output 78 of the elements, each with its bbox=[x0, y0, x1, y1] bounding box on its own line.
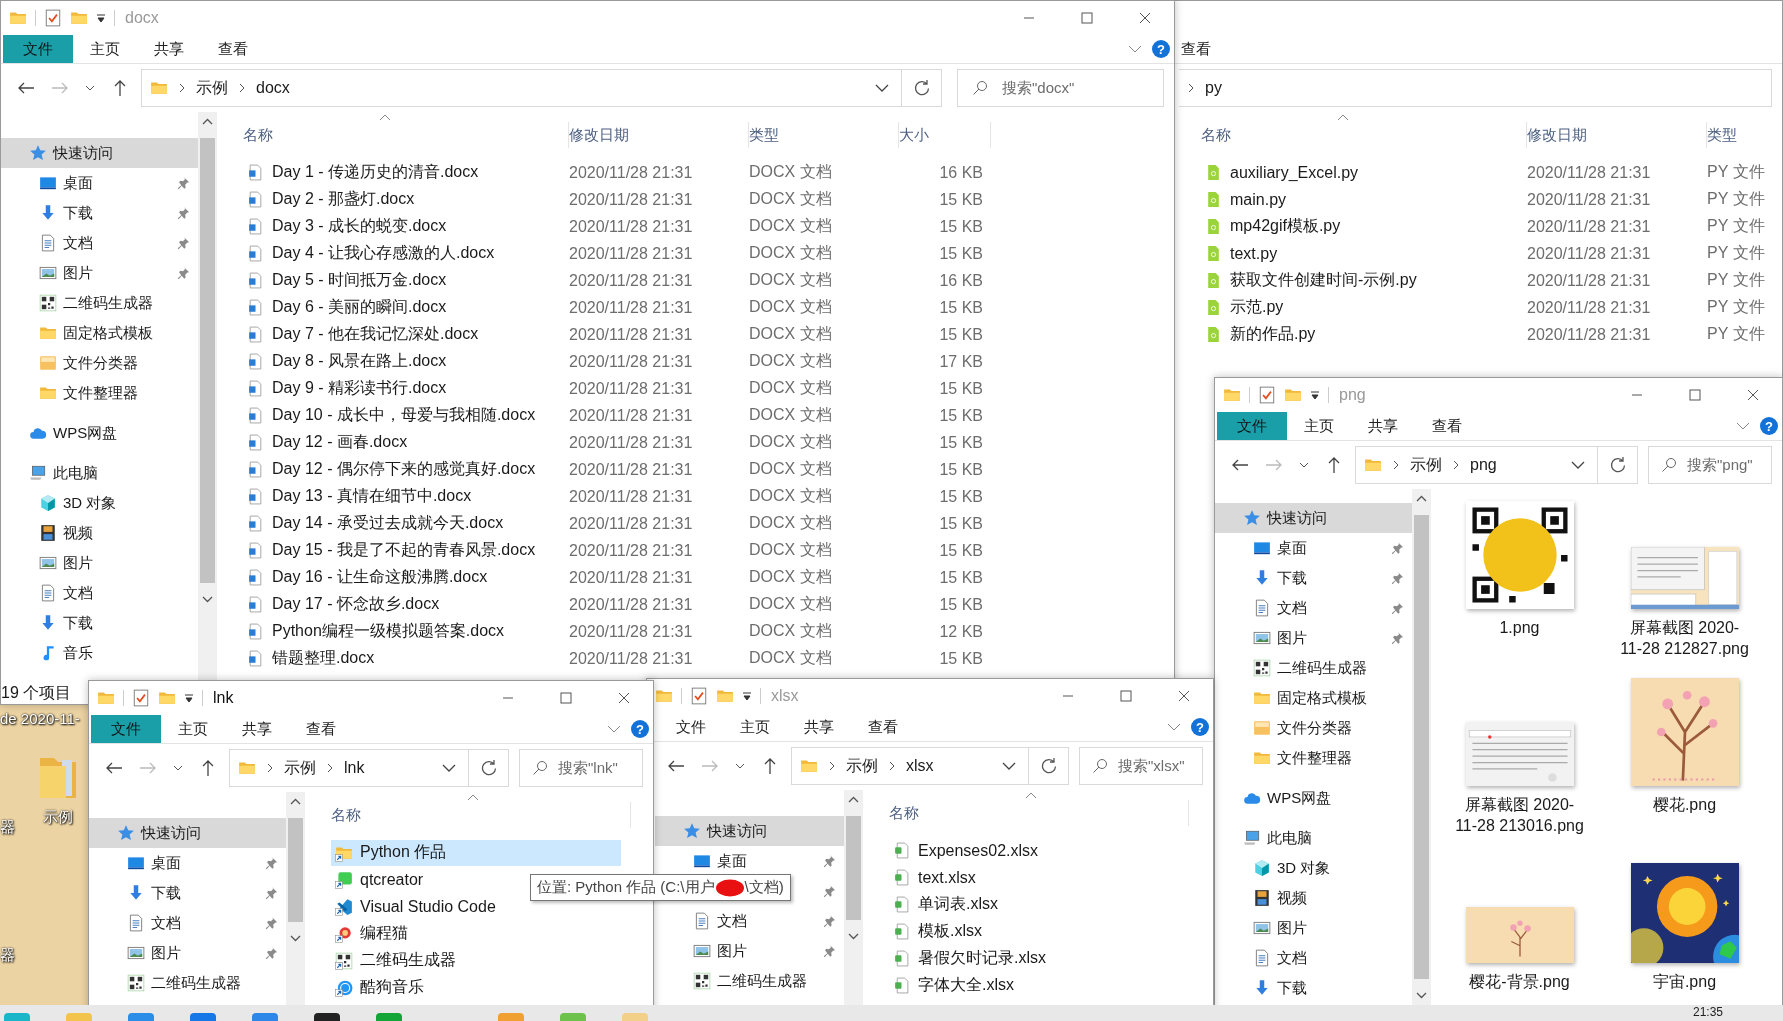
type-cell-text: DOCX 文档 bbox=[749, 405, 833, 425]
size-cell-text: 15 KB bbox=[938, 190, 984, 209]
size-cell-text: 15 KB bbox=[938, 379, 984, 398]
date-cell-text: 2020/11/28 21:31 bbox=[569, 379, 694, 398]
size-cell-text: 15 KB bbox=[938, 595, 984, 614]
date-cell-text: 2020/11/28 21:31 bbox=[569, 487, 694, 506]
date-cell-text: 2020/11/28 21:31 bbox=[1527, 163, 1652, 182]
date-cell-text: 2020/11/28 21:31 bbox=[569, 514, 694, 533]
type-cell-text: DOCX 文档 bbox=[749, 648, 833, 668]
type-cell-text: DOCX 文档 bbox=[749, 540, 833, 560]
date-cell-text: 2020/11/28 21:31 bbox=[1527, 190, 1652, 209]
type-cell-text: PY 文件 bbox=[1707, 216, 1766, 236]
date-cell-text: 2020/11/28 21:31 bbox=[1527, 244, 1652, 263]
date-cell-text: 2020/11/28 21:31 bbox=[569, 217, 694, 236]
window-title: xlsx bbox=[771, 687, 799, 705]
type-cell-text: DOCX 文档 bbox=[749, 621, 833, 641]
type-cell-text: DOCX 文档 bbox=[749, 243, 833, 263]
type-cell-text: DOCX 文档 bbox=[749, 594, 833, 614]
type-cell-text: DOCX 文档 bbox=[749, 189, 833, 209]
type-cell-text: PY 文件 bbox=[1707, 243, 1766, 263]
date-cell-text: 2020/11/28 21:31 bbox=[569, 271, 694, 290]
date-cell-text: 2020/11/28 21:31 bbox=[569, 163, 694, 182]
tooltip-text: \文档) bbox=[744, 878, 784, 897]
window-title: docx bbox=[125, 9, 159, 27]
size-cell-text: 16 KB bbox=[938, 163, 984, 182]
date-cell-text: 2020/11/28 21:31 bbox=[569, 298, 694, 317]
date-cell-text: 2020/11/28 21:31 bbox=[569, 244, 694, 263]
type-cell-text: PY 文件 bbox=[1707, 270, 1766, 290]
size-cell-text: 15 KB bbox=[938, 541, 984, 560]
size-cell-text: 16 KB bbox=[938, 271, 984, 290]
size-cell-text: 15 KB bbox=[938, 244, 984, 263]
date-cell-text: 2020/11/28 21:31 bbox=[1527, 271, 1652, 290]
size-cell-text: 15 KB bbox=[938, 325, 984, 344]
type-cell-text: DOCX 文档 bbox=[749, 216, 833, 236]
date-cell-text: 2020/11/28 21:31 bbox=[569, 649, 694, 668]
type-cell-text: DOCX 文档 bbox=[749, 351, 833, 371]
type-cell-text: DOCX 文档 bbox=[749, 567, 833, 587]
size-cell-text: 15 KB bbox=[938, 298, 984, 317]
tooltip-text: 位置: Python 作品 (C:\用户 bbox=[537, 878, 715, 897]
type-cell-text: DOCX 文档 bbox=[749, 513, 833, 533]
size-cell-text: 12 KB bbox=[938, 622, 984, 641]
status-text: 19 个项目 bbox=[1, 684, 72, 701]
size-cell-text: 15 KB bbox=[938, 487, 984, 506]
date-cell-text: 2020/11/28 21:31 bbox=[569, 190, 694, 209]
date-cell-text: 2020/11/28 21:31 bbox=[569, 433, 694, 452]
type-cell-text: DOCX 文档 bbox=[749, 297, 833, 317]
date-cell-text: 2020/11/28 21:31 bbox=[1527, 298, 1652, 317]
date-cell-text: 2020/11/28 21:31 bbox=[569, 568, 694, 587]
date-cell-text: 2020/11/28 21:31 bbox=[569, 325, 694, 344]
type-cell-text: PY 文件 bbox=[1707, 324, 1766, 344]
date-cell-text: 2020/11/28 21:31 bbox=[569, 622, 694, 641]
type-cell-text: PY 文件 bbox=[1707, 297, 1766, 317]
size-cell-text: 15 KB bbox=[938, 514, 984, 533]
size-cell-text: 15 KB bbox=[938, 406, 984, 425]
type-cell-text: DOCX 文档 bbox=[749, 459, 833, 479]
type-cell-text: PY 文件 bbox=[1707, 162, 1766, 182]
date-cell-text: 2020/11/28 21:31 bbox=[569, 406, 694, 425]
size-cell-text: 15 KB bbox=[938, 433, 984, 452]
window-title: png bbox=[1339, 386, 1366, 404]
type-cell-text: DOCX 文档 bbox=[749, 486, 833, 506]
date-cell-text: 2020/11/28 21:31 bbox=[569, 595, 694, 614]
date-cell-text: 2020/11/28 21:31 bbox=[1527, 217, 1652, 236]
type-cell-text: DOCX 文档 bbox=[749, 162, 833, 182]
type-cell-text: PY 文件 bbox=[1707, 189, 1766, 209]
size-cell-text: 15 KB bbox=[938, 460, 984, 479]
window-title: lnk bbox=[213, 689, 234, 707]
size-cell-text: 15 KB bbox=[938, 568, 984, 587]
date-cell-text: 2020/11/28 21:31 bbox=[569, 460, 694, 479]
type-cell-text: DOCX 文档 bbox=[749, 378, 833, 398]
size-cell-text: 15 KB bbox=[938, 649, 984, 668]
size-cell-text: 15 KB bbox=[938, 217, 984, 236]
type-cell-text: DOCX 文档 bbox=[749, 270, 833, 290]
type-cell-text: DOCX 文档 bbox=[749, 432, 833, 452]
date-cell-text: 2020/11/28 21:31 bbox=[1527, 325, 1652, 344]
size-cell-text: 17 KB bbox=[938, 352, 984, 371]
type-cell-text: DOCX 文档 bbox=[749, 324, 833, 344]
date-cell-text: 2020/11/28 21:31 bbox=[569, 352, 694, 371]
date-cell-text: 2020/11/28 21:31 bbox=[569, 541, 694, 560]
